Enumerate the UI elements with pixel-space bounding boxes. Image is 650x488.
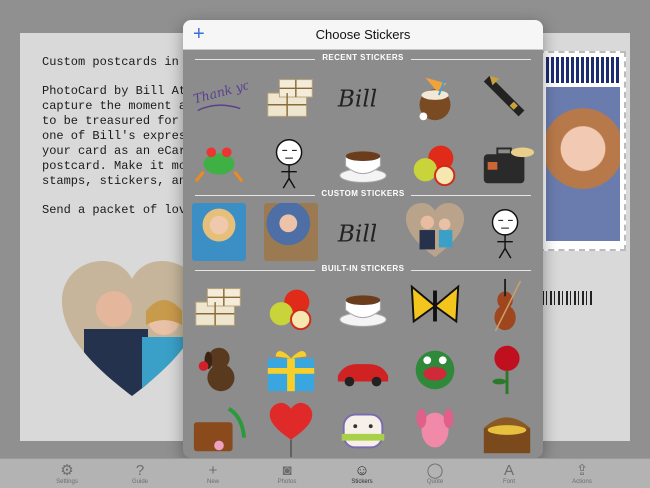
toolbar-photos[interactable]: ◙ Photos [262, 461, 312, 486]
sticker-apples-builtin[interactable] [261, 276, 321, 336]
custom-stickers-label: CUSTOM STICKERS [321, 189, 405, 198]
stamp-photo [546, 87, 620, 241]
custom-stickers-header: CUSTOM STICKERS [183, 189, 543, 201]
bill-signature-text: Bill [337, 86, 377, 113]
stamp-qr-code [546, 57, 620, 83]
sticker-cat-scarf[interactable] [333, 400, 393, 458]
builtin-stickers-label: BUILT-IN STICKERS [321, 264, 405, 273]
sticker-dog-rose[interactable] [189, 338, 249, 398]
sticker-coffee-cup[interactable] [333, 132, 393, 192]
sticker-couple-heart[interactable] [405, 202, 465, 262]
sticker-butterfly[interactable] [405, 276, 465, 336]
sticker-green-monster[interactable] [405, 338, 465, 398]
sticker-coconut-drink[interactable] [405, 67, 465, 127]
thank-you-text: Thank you! [192, 73, 248, 106]
sticker-suitcase-hat[interactable] [477, 132, 537, 192]
sticker-thank-you[interactable]: Thank you! [189, 67, 249, 127]
postage-stamp[interactable] [538, 51, 626, 251]
sticker-gift-packages-builtin[interactable] [189, 276, 249, 336]
sticker-gift-packages[interactable] [261, 67, 321, 127]
sticker-fountain-pen[interactable] [477, 67, 537, 127]
sticker-violin[interactable] [477, 276, 537, 336]
recent-stickers-label: RECENT STICKERS [322, 53, 404, 62]
sticker-pink-dog[interactable] [405, 400, 465, 458]
builtin-stickers-header: BUILT-IN STICKERS [183, 264, 543, 276]
recent-stickers-header: RECENT STICKERS [183, 53, 543, 65]
toolbar-settings[interactable]: ⚙ Settings [42, 461, 92, 485]
sticker-treasure-chest[interactable] [477, 400, 537, 458]
font-icon: A [503, 461, 514, 479]
smiley-icon: ☺ [354, 461, 370, 479]
camera-icon: ◙ [282, 461, 292, 479]
toolbar-guide[interactable]: ? Guide [115, 461, 165, 486]
sticker-man-dog-photo[interactable] [261, 202, 321, 262]
toolbar-actions[interactable]: ⇪ Actions [557, 461, 607, 485]
popover-title: Choose Stickers [315, 27, 411, 42]
plus-icon: + [208, 461, 218, 479]
sticker-heart-balloon[interactable] [261, 400, 321, 458]
heart-photo[interactable] [62, 261, 202, 401]
sticker-red-rose[interactable] [477, 338, 537, 398]
sticker-travel-suitcase[interactable] [189, 400, 249, 458]
choose-stickers-popover: + Choose Stickers RECENT STICKERS Thank … [183, 20, 543, 458]
gear-icon: ⚙ [60, 462, 74, 479]
sticker-bill-signature-custom[interactable]: Bill [333, 202, 393, 262]
sticker-red-car[interactable] [333, 338, 393, 398]
toolbar-stickers[interactable]: ☺ Stickers [337, 461, 387, 486]
speech-bubble-icon: ◯ [426, 462, 444, 479]
toolbar-font[interactable]: A Font [484, 461, 534, 486]
sticker-tree-frog[interactable] [189, 132, 249, 192]
sticker-coffee-cup-builtin[interactable] [333, 276, 393, 336]
toolbar-quote[interactable]: ◯ Quote [410, 461, 460, 485]
sticker-gift-box[interactable] [261, 338, 321, 398]
sticker-woman-photo[interactable] [189, 202, 249, 262]
address-barcode [542, 291, 592, 305]
question-icon: ? [135, 461, 145, 479]
toolbar-new[interactable]: + New [188, 461, 238, 486]
bottom-toolbar: ⚙ Settings ? Guide + New ◙ Photos ☺ Stic… [0, 458, 650, 488]
sticker-apples[interactable] [405, 132, 465, 192]
sticker-stick-figure-custom[interactable] [477, 202, 537, 262]
sticker-bill-signature[interactable]: Bill [333, 67, 393, 127]
bill-signature-text-custom: Bill [337, 221, 377, 248]
sticker-stick-figure[interactable] [261, 132, 321, 192]
share-icon: ⇪ [575, 462, 589, 479]
popover-header: + Choose Stickers [183, 20, 543, 50]
